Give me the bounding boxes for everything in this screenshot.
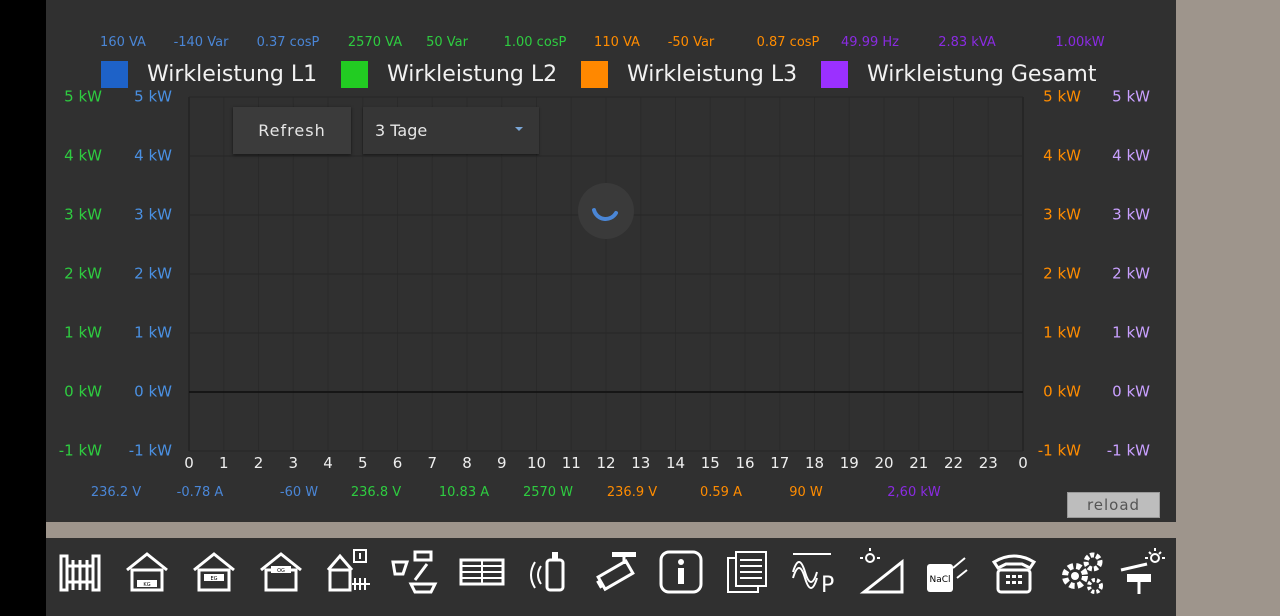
x-tick-label: 13 <box>631 454 651 472</box>
x-tick-label: 22 <box>943 454 964 472</box>
x-tick-label: 3 <box>288 454 299 472</box>
house-og-icon[interactable]: OG <box>257 548 305 596</box>
y-tick-label: 2 kW <box>1112 264 1150 283</box>
x-tick-label: 19 <box>839 454 859 472</box>
l3-voltage: 236.9 V <box>606 485 658 500</box>
time-range-select[interactable]: 3 Tage <box>363 107 539 154</box>
blinds-icon[interactable] <box>458 548 506 596</box>
x-tick-label: 12 <box>596 454 616 472</box>
y-tick-label: 2 kW <box>64 264 102 283</box>
l1-active-power: -60 W <box>279 485 319 500</box>
y-tick-label: 3 kW <box>1043 205 1081 224</box>
svg-text:KG: KG <box>143 582 150 588</box>
y-tick-label: 1 kW <box>64 323 102 342</box>
y-tick-label: -1 kW <box>128 441 172 460</box>
x-tick-label: 1 <box>218 454 229 472</box>
l2-active-power: 2570 W <box>522 485 574 500</box>
x-tick-label: 0 <box>184 454 194 472</box>
y-tick-label: 3 kW <box>64 205 102 224</box>
l2-current: 10.83 A <box>438 485 490 500</box>
y-tick-label: 5 kW <box>134 87 172 106</box>
x-tick-label: 8 <box>462 454 472 472</box>
y-tick-label: -1 kW <box>1106 441 1150 460</box>
y-tick-label: 4 kW <box>64 146 102 165</box>
y-tick-label: 0 kW <box>64 382 102 401</box>
power-chart <box>188 96 1024 452</box>
x-tick-label: 17 <box>770 454 790 472</box>
house-kg-icon[interactable]: KG <box>123 548 171 596</box>
settings-gears-icon[interactable] <box>1057 548 1105 596</box>
loading-spinner-icon <box>578 183 634 239</box>
svg-text:NaCl: NaCl <box>929 575 950 585</box>
info-icon[interactable] <box>657 548 705 596</box>
salt-tank-icon[interactable]: NaCl <box>923 548 971 596</box>
x-tick-label: 16 <box>735 454 755 472</box>
x-tick-label: 4 <box>323 454 333 472</box>
y-tick-label: 5 kW <box>64 87 102 106</box>
y-tick-label: 1 kW <box>1043 323 1081 342</box>
reload-button[interactable]: reload <box>1067 492 1160 518</box>
y-tick-label: 2 kW <box>1043 264 1081 283</box>
x-tick-label: 6 <box>392 454 403 472</box>
documents-icon[interactable] <box>724 548 772 596</box>
l3-active-power: 90 W <box>789 485 823 500</box>
y-tick-label: 2 kW <box>134 264 172 283</box>
y-tick-label: -1 kW <box>1037 441 1081 460</box>
x-tick-label: 21 <box>909 454 929 472</box>
x-tick-label: 10 <box>526 454 547 472</box>
x-tick-label: 7 <box>427 454 438 472</box>
dropdown-arrow-icon <box>515 127 523 131</box>
house-eg-icon[interactable]: EG <box>190 548 238 596</box>
x-tick-label: 18 <box>804 454 825 472</box>
y-tick-label: 1 kW <box>134 323 172 342</box>
x-tick-label: 2 <box>253 454 264 472</box>
x-tick-label: 9 <box>496 454 507 472</box>
y-tick-label: 4 kW <box>1112 146 1150 165</box>
x-tick-label: 0 <box>1018 454 1028 472</box>
l3-current: 0.59 A <box>700 485 742 500</box>
x-tick-label: 20 <box>874 454 894 472</box>
l1-voltage: 236.2 V <box>90 485 142 500</box>
y-tick-label: 5 kW <box>1043 87 1081 106</box>
y-tick-label: 0 kW <box>1043 382 1081 401</box>
house-info-icon[interactable] <box>324 548 372 596</box>
y-tick-label: 3 kW <box>134 205 172 224</box>
l1-current: -0.78 A <box>176 485 224 500</box>
time-range-value: 3 Tage <box>375 121 428 140</box>
y-tick-label: 3 kW <box>1112 205 1150 224</box>
garden-light-icon[interactable] <box>1117 548 1165 596</box>
solar-panel-icon[interactable] <box>858 548 906 596</box>
refresh-button[interactable]: Refresh <box>233 107 351 154</box>
svg-text:P: P <box>821 573 834 596</box>
y-tick-label: 5 kW <box>1112 87 1150 106</box>
fence-gate-icon[interactable] <box>56 548 104 596</box>
y-tick-label: -1 kW <box>58 441 102 460</box>
power-meter-icon[interactable]: P <box>791 548 839 596</box>
y-tick-label: 4 kW <box>1043 146 1081 165</box>
svg-text:OG: OG <box>277 568 285 574</box>
x-tick-label: 11 <box>561 454 581 472</box>
total-active-power: 2,60 kW <box>887 485 941 500</box>
x-tick-label: 23 <box>978 454 998 472</box>
y-tick-label: 1 kW <box>1112 323 1150 342</box>
y-tick-label: 0 kW <box>134 382 172 401</box>
x-tick-label: 5 <box>357 454 368 472</box>
y-tick-label: 0 kW <box>1112 382 1150 401</box>
l2-voltage: 236.8 V <box>350 485 402 500</box>
camera-icon[interactable] <box>592 548 640 596</box>
y-tick-label: 4 kW <box>134 146 172 165</box>
telephone-icon[interactable] <box>990 548 1038 596</box>
bathroom-icon[interactable] <box>391 548 439 596</box>
wireless-sensor-icon[interactable] <box>525 548 573 596</box>
svg-text:EG: EG <box>210 576 217 582</box>
x-tick-label: 14 <box>665 454 686 472</box>
x-tick-label: 15 <box>700 454 720 472</box>
